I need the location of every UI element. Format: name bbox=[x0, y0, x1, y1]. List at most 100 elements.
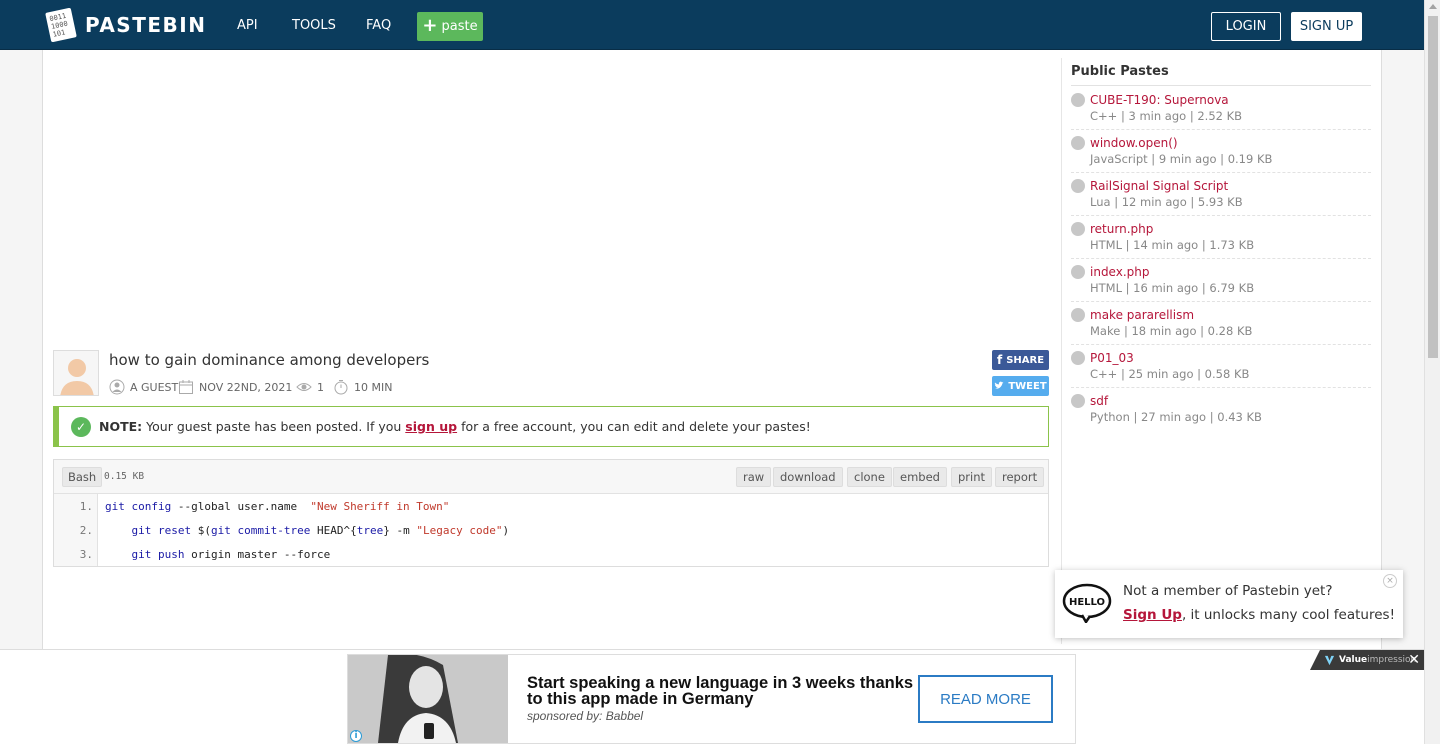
embed-button[interactable]: embed bbox=[893, 467, 947, 487]
public-paste-name[interactable]: P01_03 bbox=[1090, 351, 1134, 365]
sidebar-divider bbox=[1061, 58, 1062, 644]
public-paste-item[interactable]: RailSignal Signal Script Lua | 12 min ag… bbox=[1071, 173, 1371, 216]
tweet-label: TWEET bbox=[1008, 380, 1047, 392]
twitter-tweet-button[interactable]: TWEET bbox=[992, 376, 1049, 396]
avatar bbox=[53, 350, 99, 396]
signup-button[interactable]: SIGN UP bbox=[1291, 12, 1362, 41]
line-number-gutter: 1. 2. 3. bbox=[54, 494, 98, 566]
plus-icon: + bbox=[422, 14, 438, 36]
public-paste-meta: JavaScript | 9 min ago | 0.19 KB bbox=[1090, 152, 1273, 166]
language-tag[interactable]: Bash bbox=[62, 467, 103, 487]
stopwatch-icon bbox=[334, 380, 348, 395]
valueimpression-logo-icon bbox=[1324, 655, 1335, 665]
public-paste-meta: Make | 18 min ago | 0.28 KB bbox=[1090, 324, 1253, 338]
paste-size: 0.15 KB bbox=[104, 471, 145, 482]
top-nav-bar: 0011 1000 101 PASTEBIN API TOOLS FAQ + p… bbox=[0, 0, 1424, 50]
public-paste-meta: Python | 27 min ago | 0.43 KB bbox=[1090, 410, 1262, 424]
public-paste-name[interactable]: sdf bbox=[1090, 394, 1108, 408]
globe-icon bbox=[1071, 93, 1085, 107]
login-button[interactable]: LOGIN bbox=[1211, 12, 1281, 41]
public-paste-item[interactable]: P01_03 C++ | 25 min ago | 0.58 KB bbox=[1071, 345, 1371, 388]
nav-api[interactable]: API bbox=[237, 18, 258, 33]
paste-views: 1 bbox=[296, 379, 324, 395]
public-paste-name[interactable]: index.php bbox=[1090, 265, 1149, 279]
public-paste-name[interactable]: make pararellism bbox=[1090, 308, 1194, 322]
public-paste-meta: C++ | 25 min ago | 0.58 KB bbox=[1090, 367, 1250, 381]
ad-headline[interactable]: Start speaking a new language in 3 weeks… bbox=[527, 675, 917, 708]
new-paste-button[interactable]: + paste bbox=[417, 12, 483, 41]
views-count: 1 bbox=[317, 380, 324, 394]
raw-button[interactable]: raw bbox=[736, 467, 772, 487]
public-paste-name[interactable]: CUBE-T190: Supernova bbox=[1090, 93, 1229, 107]
paste-date: NOV 22ND, 2021 bbox=[178, 379, 292, 395]
scroll-thumb[interactable] bbox=[1428, 16, 1438, 358]
bottom-ad-banner[interactable]: Start speaking a new language in 3 weeks… bbox=[347, 654, 1076, 744]
popup-text: Sign Up, it unlocks many cool features! bbox=[1123, 607, 1395, 623]
valueimpression-brand: Valueimpression bbox=[1339, 655, 1417, 665]
close-ad-icon[interactable]: ✕ bbox=[1408, 652, 1420, 668]
nav-faq[interactable]: FAQ bbox=[366, 18, 391, 33]
globe-icon bbox=[1071, 222, 1085, 236]
line-number: 2. bbox=[79, 524, 93, 537]
facebook-share-button[interactable]: f SHARE bbox=[992, 350, 1049, 370]
new-paste-label: paste bbox=[441, 19, 478, 34]
public-paste-item[interactable]: window.open() JavaScript | 9 min ago | 0… bbox=[1071, 130, 1371, 173]
scroll-up-arrow-icon[interactable] bbox=[1429, 4, 1437, 9]
public-paste-item[interactable]: make pararellism Make | 18 min ago | 0.2… bbox=[1071, 302, 1371, 345]
valueimpression-tag[interactable]: Valueimpression ✕ bbox=[1310, 650, 1424, 670]
public-paste-meta: HTML | 16 min ago | 6.79 KB bbox=[1090, 281, 1255, 295]
public-paste-meta: HTML | 14 min ago | 1.73 KB bbox=[1090, 238, 1255, 252]
read-more-button[interactable]: READ MORE bbox=[918, 675, 1053, 723]
public-paste-item[interactable]: return.php HTML | 14 min ago | 1.73 KB bbox=[1071, 216, 1371, 259]
page-scrollbar[interactable] bbox=[1424, 0, 1440, 744]
public-paste-item[interactable]: index.php HTML | 16 min ago | 6.79 KB bbox=[1071, 259, 1371, 302]
code-line-2[interactable]: git reset $(git commit-tree HEAD^{tree} … bbox=[105, 524, 510, 537]
popup-text-rest: , it unlocks many cool features! bbox=[1181, 607, 1395, 623]
paste-author[interactable]: A GUEST bbox=[109, 379, 178, 395]
public-paste-name[interactable]: return.php bbox=[1090, 222, 1153, 236]
pastebin-logo-icon[interactable]: 0011 1000 101 bbox=[44, 6, 78, 44]
public-paste-item[interactable]: sdf Python | 27 min ago | 0.43 KB bbox=[1071, 388, 1371, 431]
public-pastes-title: Public Pastes bbox=[1071, 64, 1169, 79]
guest-avatar-icon bbox=[54, 351, 98, 395]
globe-icon bbox=[1071, 265, 1085, 279]
code-line-1[interactable]: git config --global user.name "New Sheri… bbox=[105, 500, 449, 513]
public-paste-item[interactable]: CUBE-T190: Supernova C++ | 3 min ago | 2… bbox=[1071, 87, 1371, 130]
code-line-3[interactable]: git push origin master --force bbox=[105, 548, 331, 561]
public-paste-name[interactable]: RailSignal Signal Script bbox=[1090, 179, 1228, 193]
globe-icon bbox=[1071, 394, 1085, 408]
paste-title: how to gain dominance among developers bbox=[109, 351, 430, 369]
woman-with-phone-image bbox=[348, 655, 508, 743]
code-toolbar: Bash 0.15 KB raw download clone embed pr… bbox=[54, 460, 1048, 494]
close-icon[interactable]: × bbox=[1383, 574, 1397, 588]
note-label: NOTE: bbox=[99, 419, 143, 434]
report-button[interactable]: report bbox=[995, 467, 1045, 487]
facebook-icon: f bbox=[996, 353, 1003, 367]
clone-button[interactable]: clone bbox=[847, 467, 892, 487]
ad-info-icon[interactable]: i bbox=[350, 730, 362, 742]
globe-icon bbox=[1071, 351, 1085, 365]
user-icon bbox=[109, 379, 125, 395]
popup-signup-link[interactable]: Sign Up bbox=[1123, 607, 1182, 623]
calendar-icon bbox=[179, 380, 193, 394]
expire-text: 10 MIN bbox=[354, 380, 393, 394]
ad-photo[interactable] bbox=[348, 655, 508, 743]
public-paste-name[interactable]: window.open() bbox=[1090, 136, 1178, 150]
line-number: 3. bbox=[79, 548, 93, 561]
ad-placeholder bbox=[53, 60, 1049, 340]
twitter-bird-icon bbox=[995, 381, 1004, 389]
download-button[interactable]: download bbox=[773, 467, 843, 487]
print-button[interactable]: print bbox=[951, 467, 993, 487]
ad-sponsor: sponsored by: Babbel bbox=[527, 709, 644, 723]
public-paste-meta: Lua | 12 min ago | 5.93 KB bbox=[1090, 195, 1243, 209]
eye-icon bbox=[296, 383, 312, 391]
signup-popup: HELLO Not a member of Pastebin yet? Sign… bbox=[1055, 570, 1403, 638]
nav-tools[interactable]: TOOLS bbox=[292, 18, 336, 33]
sidebar-separator bbox=[1071, 85, 1371, 86]
globe-icon bbox=[1071, 136, 1085, 150]
logo-text[interactable]: PASTEBIN bbox=[85, 13, 206, 37]
date-text: NOV 22ND, 2021 bbox=[199, 380, 293, 394]
share-label: SHARE bbox=[1006, 354, 1045, 366]
author-name: A GUEST bbox=[130, 380, 179, 394]
note-signup-link[interactable]: sign up bbox=[405, 419, 457, 434]
